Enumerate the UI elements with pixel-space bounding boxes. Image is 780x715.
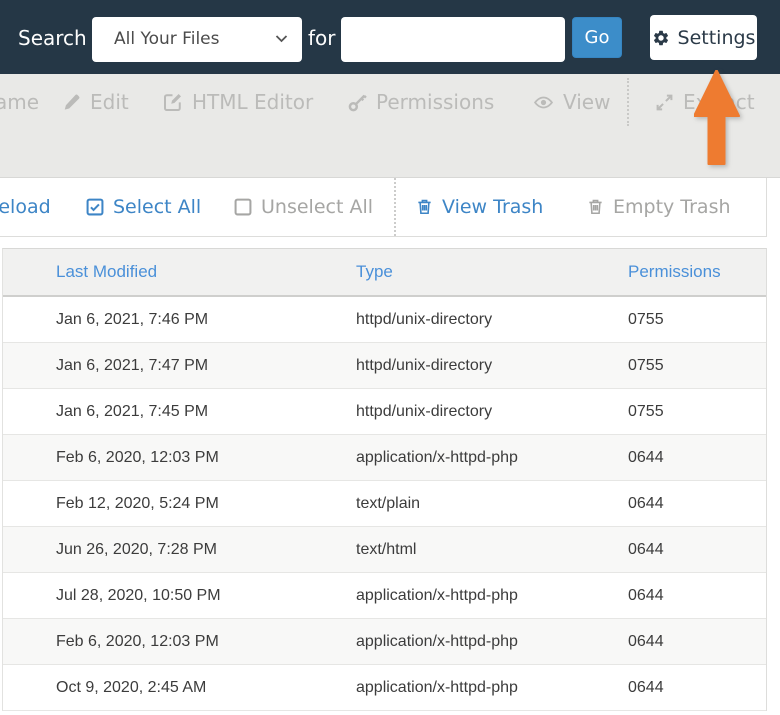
eye-icon: [533, 93, 554, 112]
table-row[interactable]: Jan 6, 2021, 7:45 PM httpd/unix-director…: [3, 389, 766, 435]
for-label: for: [308, 26, 336, 50]
toolbar-item-label: View Trash: [442, 196, 543, 218]
cell-last-modified: Jan 6, 2021, 7:46 PM: [3, 311, 356, 329]
gear-icon: [652, 29, 670, 47]
toolbar-item-label: View: [563, 90, 610, 114]
table-row[interactable]: Jun 26, 2020, 7:28 PM text/html 0644: [3, 527, 766, 573]
toolbar-item-select-all[interactable]: Select All: [86, 196, 201, 218]
cell-last-modified: Feb 12, 2020, 5:24 PM: [3, 495, 356, 513]
file-action-toolbar: Rename Edit HTML Editor Permissions View: [0, 74, 780, 178]
cell-permissions: 0755: [628, 403, 766, 421]
settings-button-label: Settings: [678, 27, 756, 49]
toolbar-item-view-trash[interactable]: View Trash: [416, 196, 543, 218]
cell-permissions: 0644: [628, 449, 766, 467]
cell-permissions: 0755: [628, 357, 766, 375]
edit-square-icon: [163, 92, 183, 112]
table-row[interactable]: Feb 6, 2020, 12:03 PM application/x-http…: [3, 619, 766, 665]
toolbar-item-label: Rename: [0, 90, 39, 114]
cell-type: httpd/unix-directory: [356, 357, 628, 375]
trash-icon: [587, 198, 604, 216]
checkbox-empty-icon: [234, 198, 252, 216]
cell-type: application/x-httpd-php: [356, 679, 628, 697]
toolbar-divider: [394, 178, 396, 236]
cell-type: text/html: [356, 541, 628, 559]
cell-last-modified: Feb 6, 2020, 12:03 PM: [3, 449, 356, 467]
cell-type: application/x-httpd-php: [356, 449, 628, 467]
cell-type: text/plain: [356, 495, 628, 513]
chevron-down-icon: [275, 34, 288, 44]
expand-arrows-icon: [655, 93, 674, 112]
selection-toolbar: Reload Select All Unselect All View Tras…: [0, 178, 767, 237]
toolbar-item-view[interactable]: View: [533, 84, 610, 120]
cell-type: application/x-httpd-php: [356, 633, 628, 651]
table-row[interactable]: Feb 12, 2020, 5:24 PM text/plain 0644: [3, 481, 766, 527]
go-button[interactable]: Go: [572, 17, 622, 58]
cell-last-modified: Jun 26, 2020, 7:28 PM: [3, 541, 356, 559]
column-header-type[interactable]: Type: [356, 262, 628, 282]
table-row[interactable]: Jan 6, 2021, 7:46 PM httpd/unix-director…: [3, 297, 766, 343]
search-navbar: Search All Your Files for Go Settings: [0, 0, 780, 74]
cell-permissions: 0644: [628, 541, 766, 559]
search-label: Search: [18, 26, 87, 50]
file-manager-screen: Search All Your Files for Go Settings Re…: [0, 0, 780, 715]
checkbox-checked-icon: [86, 198, 104, 216]
toolbar-item-unselect-all[interactable]: Unselect All: [234, 196, 373, 218]
column-header-permissions[interactable]: Permissions: [628, 262, 766, 282]
table-row[interactable]: Jul 28, 2020, 10:50 PM application/x-htt…: [3, 573, 766, 619]
toolbar-item-label: Reload: [0, 196, 51, 218]
table-row[interactable]: Feb 6, 2020, 12:03 PM application/x-http…: [3, 435, 766, 481]
cell-permissions: 0755: [628, 311, 766, 329]
cell-last-modified: Feb 6, 2020, 12:03 PM: [3, 633, 356, 651]
toolbar-item-label: Empty Trash: [613, 196, 731, 218]
settings-button[interactable]: Settings: [650, 15, 757, 60]
cell-permissions: 0644: [628, 633, 766, 651]
annotation-arrow-up-icon: [694, 70, 740, 167]
file-table: Last Modified Type Permissions Jan 6, 20…: [2, 248, 767, 711]
toolbar-item-permissions[interactable]: Permissions: [348, 84, 494, 120]
toolbar-item-reload[interactable]: Reload: [0, 196, 51, 218]
toolbar-divider: [627, 78, 629, 126]
cell-type: httpd/unix-directory: [356, 403, 628, 421]
trash-icon: [416, 198, 433, 216]
table-row[interactable]: Oct 9, 2020, 2:45 AM application/x-httpd…: [3, 665, 766, 711]
table-row[interactable]: Jan 6, 2021, 7:47 PM httpd/unix-director…: [3, 343, 766, 389]
toolbar-item-label: HTML Editor: [192, 90, 313, 114]
toolbar-item-html-editor[interactable]: HTML Editor: [163, 84, 313, 120]
search-scope-select[interactable]: All Your Files: [92, 17, 302, 62]
toolbar-item-label: Permissions: [376, 90, 494, 114]
file-table-header: Last Modified Type Permissions: [3, 249, 766, 297]
search-input[interactable]: [341, 17, 565, 62]
cell-last-modified: Jan 6, 2021, 7:45 PM: [3, 403, 356, 421]
cell-type: application/x-httpd-php: [356, 587, 628, 605]
cell-permissions: 0644: [628, 587, 766, 605]
cell-type: httpd/unix-directory: [356, 311, 628, 329]
search-scope-value: All Your Files: [114, 17, 219, 62]
cell-permissions: 0644: [628, 495, 766, 513]
cell-last-modified: Oct 9, 2020, 2:45 AM: [3, 679, 356, 697]
toolbar-item-empty-trash[interactable]: Empty Trash: [587, 196, 731, 218]
toolbar-item-label: Unselect All: [261, 196, 373, 218]
cell-last-modified: Jul 28, 2020, 10:50 PM: [3, 587, 356, 605]
toolbar-item-rename[interactable]: Rename: [0, 84, 39, 120]
toolbar-item-label: Edit: [90, 90, 129, 114]
cell-last-modified: Jan 6, 2021, 7:47 PM: [3, 357, 356, 375]
cell-permissions: 0644: [628, 679, 766, 697]
column-header-last-modified[interactable]: Last Modified: [3, 262, 356, 282]
key-icon: [348, 93, 367, 112]
pencil-icon: [62, 93, 81, 112]
toolbar-item-label: Select All: [113, 196, 201, 218]
toolbar-item-edit[interactable]: Edit: [62, 84, 129, 120]
